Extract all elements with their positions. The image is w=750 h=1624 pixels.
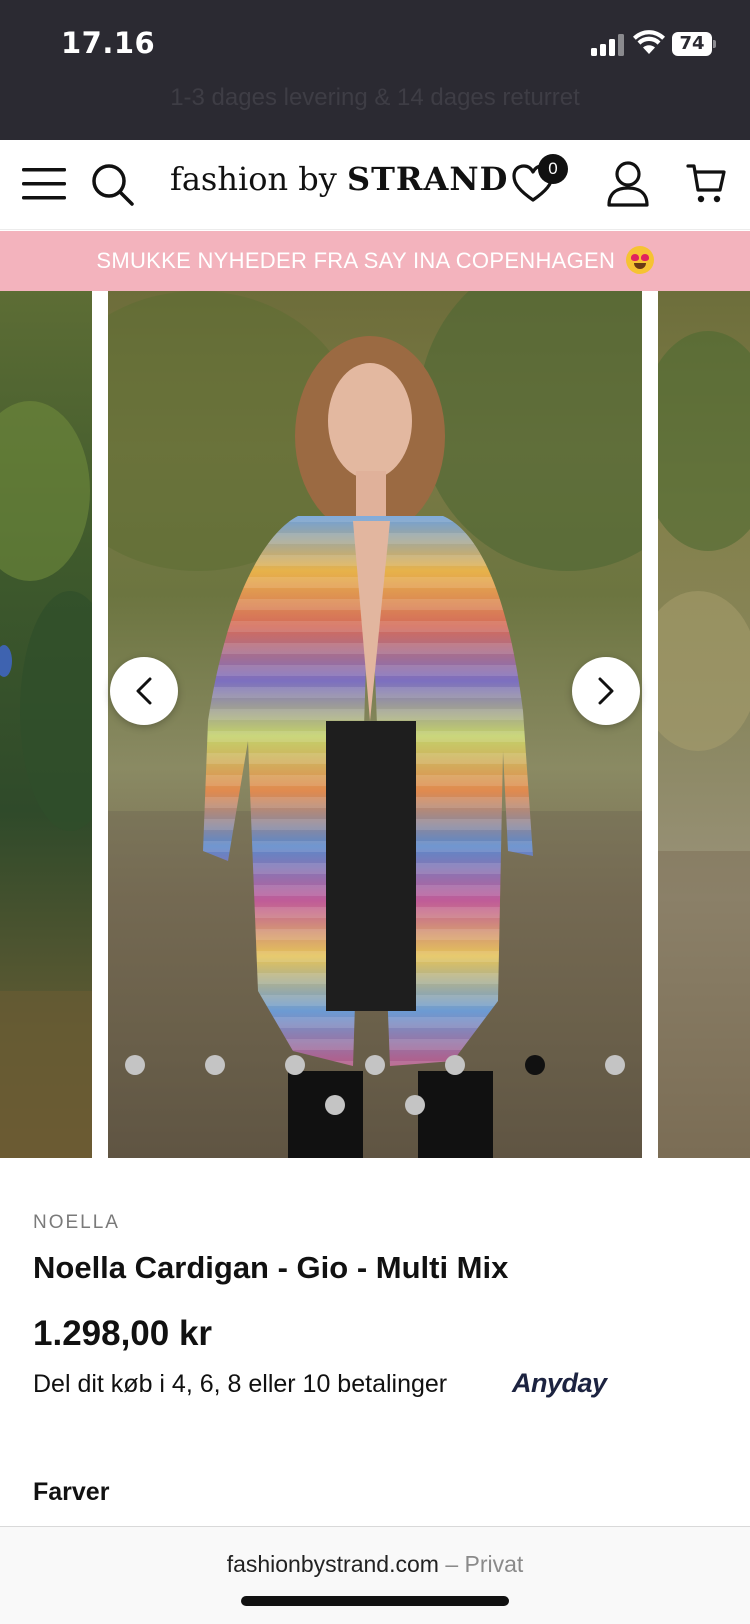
gallery-dot-8[interactable] (325, 1095, 345, 1115)
wifi-icon (633, 30, 665, 54)
account-icon[interactable] (606, 160, 650, 208)
menu-icon[interactable] (22, 166, 68, 202)
product-main-image (108, 291, 642, 1158)
colors-label: Farver (33, 1478, 110, 1506)
previous-image-button[interactable] (110, 657, 178, 725)
browser-address-bar[interactable]: fashionbystrand.com – Privat (0, 1526, 750, 1624)
home-indicator[interactable] (241, 1596, 509, 1606)
promo-text: SMUKKE NYHEDER FRA SAY INA COPENHAGEN (96, 248, 616, 273)
product-image-gallery[interactable] (0, 291, 750, 1158)
anyday-logo[interactable]: Anyday (512, 1368, 607, 1399)
product-price: 1.298,00 kr (33, 1314, 213, 1353)
announcement-bar: 1-3 dages levering & 14 dages returret (170, 84, 580, 111)
battery-level: 74 (672, 32, 712, 56)
browser-private-mode: Privat (464, 1551, 524, 1577)
gallery-dot-4[interactable] (365, 1055, 385, 1075)
cellular-signal-icon (591, 34, 625, 56)
status-bar: 17.16 74 1-3 dages levering & 14 dages r… (0, 0, 750, 140)
gallery-dot-7[interactable] (605, 1055, 625, 1075)
gallery-dot-5[interactable] (445, 1055, 465, 1075)
product-title: Noella Cardigan - Gio - Multi Mix (33, 1250, 509, 1285)
promo-banner[interactable]: SMUKKE NYHEDER FRA SAY INA COPENHAGEN (0, 231, 750, 291)
site-header: fashion by STRAND 0 (0, 140, 750, 230)
heart-eyes-emoji-icon (625, 246, 654, 275)
browser-separator: – (445, 1551, 459, 1577)
chevron-right-icon (598, 677, 614, 705)
gallery-dot-3[interactable] (285, 1055, 305, 1075)
gallery-dot-6[interactable] (525, 1055, 545, 1075)
logo-text-light: fashion by (170, 160, 347, 198)
gallery-dot-9[interactable] (405, 1095, 425, 1115)
product-brand[interactable]: NOELLA (33, 1212, 120, 1234)
battery-icon: 74 (672, 32, 716, 56)
wishlist-count-badge: 0 (538, 154, 568, 184)
gallery-dot-1[interactable] (125, 1055, 145, 1075)
gallery-dot-2[interactable] (205, 1055, 225, 1075)
site-logo[interactable]: fashion by STRAND (170, 160, 507, 198)
browser-domain: fashionbystrand.com (226, 1551, 439, 1577)
search-icon[interactable] (90, 162, 136, 208)
chevron-left-icon (136, 677, 152, 705)
cart-icon[interactable] (686, 162, 726, 206)
status-time: 17.16 (61, 26, 156, 60)
previous-slide-image (0, 291, 92, 1158)
logo-text-bold: STRAND (346, 160, 509, 198)
next-slide-image (658, 291, 750, 1158)
next-image-button[interactable] (572, 657, 640, 725)
installments-text: Del dit køb i 4, 6, 8 eller 10 betalinge… (33, 1370, 448, 1398)
